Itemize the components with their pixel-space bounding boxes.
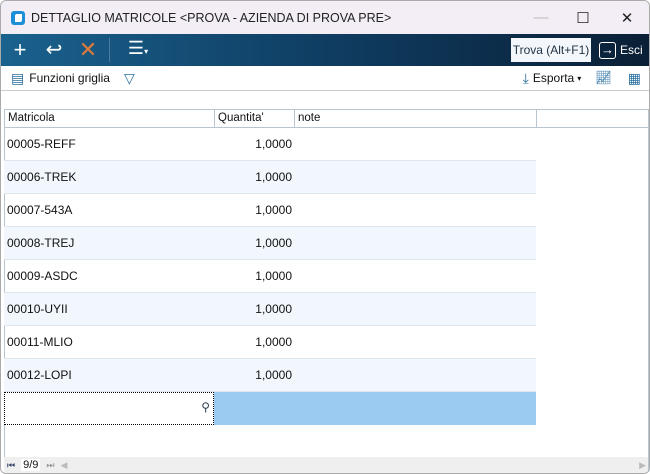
pager-text: 9/9 xyxy=(21,459,41,471)
scroll-left-icon[interactable]: ◀ xyxy=(61,460,68,471)
chevron-down-icon: ▾ xyxy=(577,73,582,83)
cell-quantita[interactable]: 1,0000 xyxy=(214,326,294,358)
cell-matricola[interactable]: 00009-ASDC xyxy=(4,260,214,292)
exit-button[interactable]: → Esci xyxy=(599,38,643,62)
table-row[interactable]: 00011-MLIO 1,0000 xyxy=(4,326,536,359)
cell-quantita[interactable]: 1,0000 xyxy=(214,293,294,325)
table-row[interactable]: 00007-543A 1,0000 xyxy=(4,194,536,227)
table-row[interactable]: 00009-ASDC 1,0000 xyxy=(4,260,536,293)
exit-icon: → xyxy=(599,41,616,59)
secondary-toolbar: ▤ Funzioni griglia ▽ ⤓ Esporta ▾ 📈︎ ▦ xyxy=(1,66,649,91)
cell-matricola[interactable]: 00010-UYII xyxy=(4,293,214,325)
column-header-quantita[interactable]: Quantita' xyxy=(215,110,295,127)
cell-note[interactable] xyxy=(294,161,536,193)
table-row[interactable]: 00008-TREJ 1,0000 xyxy=(4,227,536,260)
column-header-note[interactable]: note xyxy=(295,110,537,127)
download-icon: ⤓ xyxy=(522,69,529,86)
grid-header: Matricola Quantita' note xyxy=(4,109,649,128)
grid-layout-icon[interactable]: ▦ xyxy=(628,70,641,87)
filter-icon[interactable]: ▽ xyxy=(124,70,135,87)
cell-matricola[interactable]: 00005-REFF xyxy=(4,128,214,160)
table-row[interactable]: 00012-LOPI 1,0000 xyxy=(4,359,536,392)
cell-quantita[interactable]: 1,0000 xyxy=(214,161,294,193)
grid-functions-icon: ▤ xyxy=(11,69,25,86)
new-row[interactable]: ⚲ xyxy=(4,392,536,425)
cell-quantita[interactable]: 1,0000 xyxy=(214,359,294,391)
chart-icon[interactable]: 📈︎ xyxy=(595,70,612,86)
cell-note[interactable] xyxy=(294,293,536,325)
app-logo-icon xyxy=(11,10,25,25)
grid-footer: ⏮ 9/9 ⏭ ◀ ▶ xyxy=(4,457,648,473)
window-title: DETTAGLIO MATRICOLE <PROVA - AZIENDA DI … xyxy=(31,10,392,25)
new-row-selection[interactable] xyxy=(214,392,536,425)
column-header-filler xyxy=(537,110,648,127)
menu-icon[interactable]: ☰▾ xyxy=(120,32,156,68)
close-button[interactable]: ✕ xyxy=(605,1,649,34)
grid-functions-button[interactable]: Funzioni griglia xyxy=(29,71,110,85)
minimize-button[interactable]: — xyxy=(519,1,563,34)
cell-matricola[interactable]: 00006-TREK xyxy=(4,161,214,193)
first-page-icon[interactable]: ⏮ xyxy=(7,460,15,471)
main-toolbar: + ↩ ✕ ☰▾ Trova (Alt+F1) → Esci xyxy=(1,32,649,68)
export-button[interactable]: Esporta xyxy=(533,71,574,85)
table-row[interactable]: 00005-REFF 1,0000 xyxy=(4,128,536,161)
cell-matricola[interactable]: 00012-LOPI xyxy=(4,359,214,391)
window: DETTAGLIO MATRICOLE <PROVA - AZIENDA DI … xyxy=(0,0,650,474)
exit-label: Esci xyxy=(620,43,643,57)
cell-quantita[interactable]: 1,0000 xyxy=(214,194,294,226)
scroll-right-icon[interactable]: ▶ xyxy=(639,460,646,471)
cell-note[interactable] xyxy=(294,359,536,391)
new-row-matricola-input[interactable]: ⚲ xyxy=(4,392,214,425)
separator xyxy=(109,38,110,62)
cell-note[interactable] xyxy=(294,326,536,358)
cell-note[interactable] xyxy=(294,194,536,226)
maximize-button[interactable]: ☐ xyxy=(561,1,605,34)
cell-matricola[interactable]: 00007-543A xyxy=(4,194,214,226)
cell-note[interactable] xyxy=(294,260,536,292)
title-bar: DETTAGLIO MATRICOLE <PROVA - AZIENDA DI … xyxy=(1,1,649,34)
search-icon[interactable]: ⚲ xyxy=(201,400,210,414)
undo-icon[interactable]: ↩ xyxy=(39,34,69,66)
cell-note[interactable] xyxy=(294,128,536,160)
add-icon[interactable]: + xyxy=(5,34,35,66)
cell-matricola[interactable]: 00008-TREJ xyxy=(4,227,214,259)
cell-quantita[interactable]: 1,0000 xyxy=(214,227,294,259)
cell-quantita[interactable]: 1,0000 xyxy=(214,260,294,292)
cell-quantita[interactable]: 1,0000 xyxy=(214,128,294,160)
last-page-icon[interactable]: ⏭ xyxy=(46,460,54,471)
cell-note[interactable] xyxy=(294,227,536,259)
cell-matricola[interactable]: 00011-MLIO xyxy=(4,326,214,358)
table-row[interactable]: 00006-TREK 1,0000 xyxy=(4,161,536,194)
delete-icon[interactable]: ✕ xyxy=(73,34,103,66)
column-header-matricola[interactable]: Matricola xyxy=(5,110,215,127)
table-row[interactable]: 00010-UYII 1,0000 xyxy=(4,293,536,326)
find-button[interactable]: Trova (Alt+F1) xyxy=(511,38,591,62)
data-grid: Matricola Quantita' note 00005-REFF 1,000… xyxy=(4,109,649,425)
